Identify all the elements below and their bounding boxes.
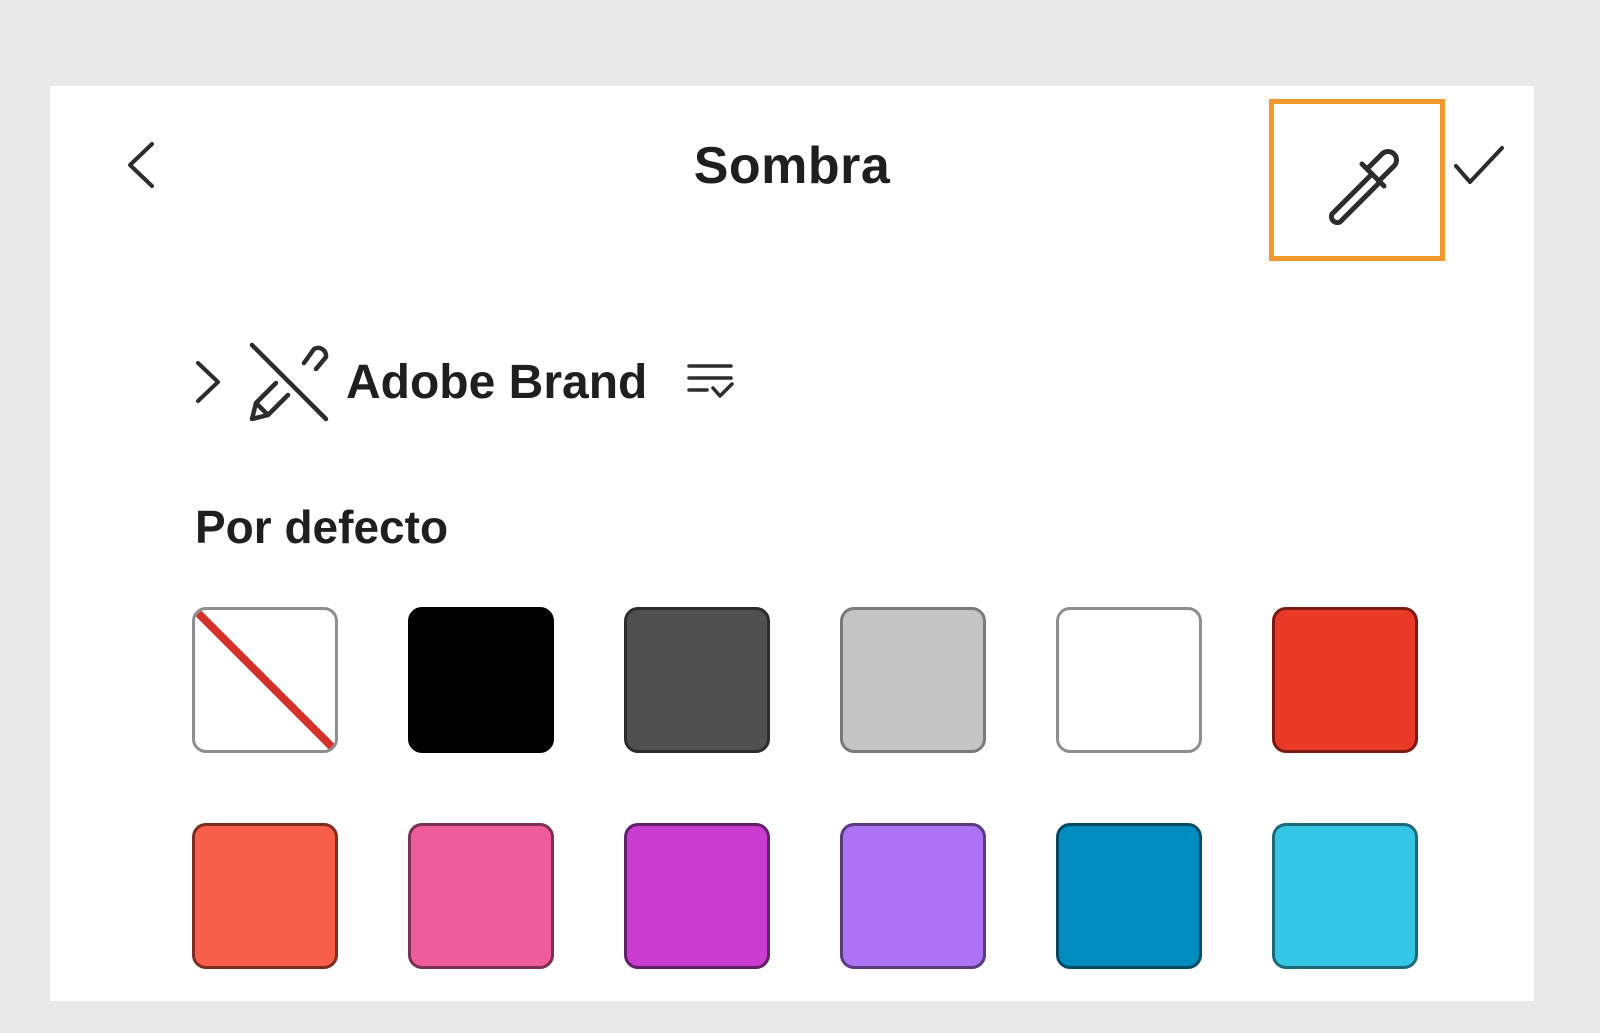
filter-list-check-icon xyxy=(687,364,735,398)
no-color-slash-icon xyxy=(195,610,335,750)
color-swatch-white[interactable] xyxy=(1056,607,1202,753)
confirm-button[interactable] xyxy=(1452,142,1506,190)
color-swatch-red[interactable] xyxy=(1272,607,1418,753)
eyedropper-button[interactable] xyxy=(1269,99,1445,261)
color-swatch-magenta[interactable] xyxy=(624,823,770,969)
color-swatch-orange-red[interactable] xyxy=(192,823,338,969)
color-swatch-light-gray[interactable] xyxy=(840,607,986,753)
shadow-color-panel: Sombra Adobe Brand Por defecto xyxy=(50,86,1534,1001)
section-title: Por defecto xyxy=(195,501,449,553)
color-swatch-lavender[interactable] xyxy=(840,823,986,969)
brand-kit-icon xyxy=(249,342,329,422)
chevron-right-icon xyxy=(196,361,220,403)
checkmark-icon xyxy=(1454,146,1504,184)
color-swatch-none[interactable] xyxy=(192,607,338,753)
color-swatch-teal-blue[interactable] xyxy=(1056,823,1202,969)
expand-library-button[interactable] xyxy=(190,357,224,407)
library-name: Adobe Brand xyxy=(346,355,648,409)
library-options-button[interactable] xyxy=(685,360,735,404)
color-swatch-dark-gray[interactable] xyxy=(624,607,770,753)
eyedropper-icon xyxy=(1328,149,1399,226)
library-selector: Adobe Brand xyxy=(190,338,735,426)
color-swatch-cyan[interactable] xyxy=(1272,823,1418,969)
color-swatch-pink[interactable] xyxy=(408,823,554,969)
color-swatch-black[interactable] xyxy=(408,607,554,753)
